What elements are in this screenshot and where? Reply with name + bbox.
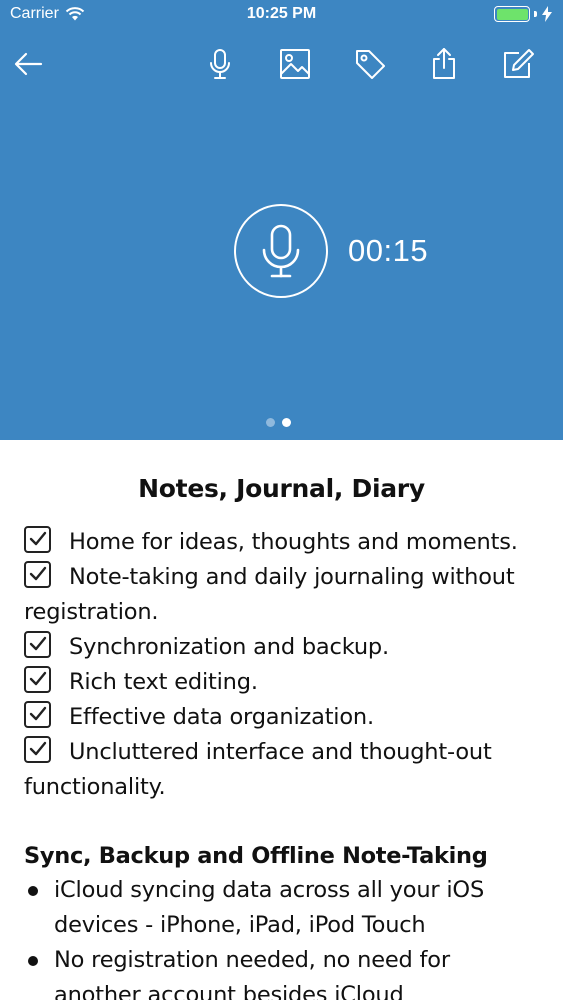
page-heading: Notes, Journal, Diary: [138, 474, 425, 503]
list-item: No registration needed, no need for anot…: [24, 943, 539, 1000]
back-button[interactable]: [7, 42, 51, 86]
checkbox-icon: [24, 561, 51, 588]
record-audio-button[interactable]: [198, 42, 242, 86]
checkbox-icon: [24, 526, 51, 553]
checkbox-icon: [24, 631, 51, 658]
feature-item: Synchronization and backup.: [24, 630, 539, 665]
hero-panel: Carrier 10:25 PM 00:15: [0, 0, 563, 440]
tag-icon: [356, 50, 385, 79]
battery-level: [496, 8, 528, 20]
audio-recorder: 00:15: [234, 204, 428, 298]
record-toggle-button[interactable]: [234, 204, 328, 298]
section-title: Sync, Backup and Offline Note-Taking: [24, 843, 488, 869]
share-button[interactable]: [422, 42, 466, 86]
feature-item: Uncluttered interface and thought-out fu…: [24, 735, 539, 805]
add-tag-button[interactable]: [348, 42, 392, 86]
charging-bolt-icon: [542, 6, 552, 22]
status-right: [494, 6, 553, 22]
back-arrow-icon: [14, 52, 43, 76]
feature-item: Effective data organization.: [24, 700, 539, 735]
share-icon: [433, 48, 455, 79]
edit-icon: [504, 49, 534, 78]
recording-timer: 00:15: [348, 233, 429, 268]
description-content: Notes, Journal, Diary Home for ideas, th…: [0, 440, 563, 1000]
page-dot-1[interactable]: [266, 418, 275, 427]
sync-list: iCloud syncing data across all your iOS …: [24, 873, 539, 1000]
microphone-icon: [210, 49, 230, 79]
checkbox-icon: [24, 736, 51, 763]
page-indicator[interactable]: [266, 418, 291, 427]
microphone-icon: [262, 224, 300, 278]
checkbox-icon: [24, 701, 51, 728]
feature-item: Home for ideas, thoughts and moments.: [24, 525, 539, 560]
feature-text: Rich text editing.: [69, 669, 258, 695]
list-item: iCloud syncing data across all your iOS …: [24, 873, 539, 943]
feature-text: Uncluttered interface and thought-out fu…: [24, 739, 492, 800]
feature-text: Note-taking and daily journaling without…: [24, 564, 515, 625]
add-image-button[interactable]: [273, 42, 317, 86]
feature-text: Effective data organization.: [69, 704, 374, 730]
feature-list: Home for ideas, thoughts and moments. No…: [24, 525, 539, 805]
battery-icon: [494, 6, 530, 22]
feature-item: Rich text editing.: [24, 665, 539, 700]
toolbar: [0, 38, 563, 86]
checkbox-icon: [24, 666, 51, 693]
status-time: 10:25 PM: [246, 5, 317, 22]
feature-text: Home for ideas, thoughts and moments.: [69, 529, 518, 555]
battery-tip: [534, 11, 537, 17]
image-icon: [280, 49, 310, 79]
edit-note-button[interactable]: [496, 42, 540, 86]
feature-text: Synchronization and backup.: [69, 634, 389, 660]
status-bar: Carrier 10:25 PM: [0, 0, 563, 30]
page-dot-2[interactable]: [282, 418, 291, 427]
feature-item: Note-taking and daily journaling without…: [24, 560, 539, 630]
